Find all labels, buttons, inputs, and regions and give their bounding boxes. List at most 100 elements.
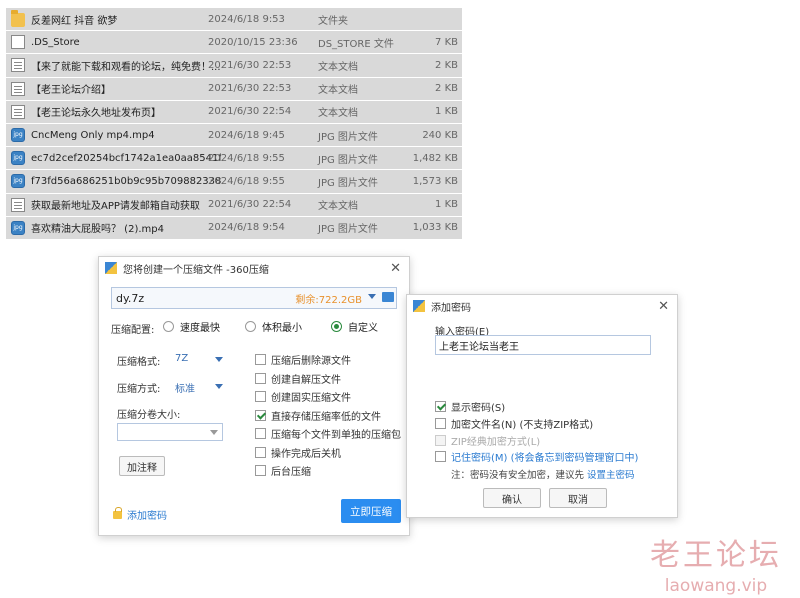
start-compress-button[interactable]: 立即压缩 (341, 499, 401, 523)
password-option-checkbox[interactable]: 记住密码(M) (将会备忘到密码管理窗口中) (435, 449, 638, 464)
split-size-select[interactable] (117, 423, 223, 441)
method-select[interactable]: 标准 (175, 380, 195, 395)
lock-icon (113, 506, 122, 519)
password-option-checkbox[interactable]: 显示密码(S) (435, 399, 505, 414)
checkbox-label: ZIP经典加密方式(L) (451, 437, 541, 448)
checkbox[interactable] (255, 372, 266, 384)
radio-label: 自定义 (348, 323, 378, 334)
compress-option-checkbox[interactable]: 创建自解压文件 (255, 371, 341, 386)
radio-button-selected[interactable] (331, 321, 342, 332)
checkbox-label: 后台压缩 (271, 467, 311, 478)
text-file-icon (11, 197, 25, 212)
chevron-down-icon[interactable] (215, 357, 223, 362)
radio-custom[interactable]: 自定义 (331, 319, 378, 334)
folder-browse-icon[interactable] (382, 292, 394, 302)
password-note-text: 注：密码没有安全加密，建议先 (451, 470, 588, 481)
file-row[interactable]: .DS_Store 2020/10/15 23:36 DS_STORE 文件 7 KB (6, 31, 462, 55)
add-password-label: 添加密码 (127, 511, 167, 522)
cancel-button[interactable]: 取消 (549, 488, 607, 508)
checkbox (435, 435, 446, 446)
add-password-link[interactable]: 添加密码 (113, 506, 167, 522)
text-file-icon (11, 104, 25, 119)
file-size: 7 KB (435, 36, 458, 48)
compress-option-checkbox[interactable]: 创建固实压缩文件 (255, 389, 351, 404)
file-size: 2 KB (435, 59, 458, 71)
checkbox[interactable] (255, 446, 266, 458)
set-master-password-link[interactable]: 设置主密码 (587, 470, 635, 481)
file-row[interactable]: 【来了就能下载和观看的论坛，纯免费！... 2021/6/30 22:53 文本文档… (6, 54, 462, 78)
ok-button[interactable]: 确认 (483, 488, 541, 508)
file-name: 【老王论坛介绍】 (31, 85, 111, 97)
checkbox-label: 加密文件名(N) (不支持ZIP格式) (451, 420, 594, 431)
radio-smallest[interactable]: 体积最小 (245, 319, 302, 334)
compress-option-checkbox[interactable]: 后台压缩 (255, 463, 311, 478)
file-name: .DS_Store (31, 36, 80, 48)
radio-button[interactable] (163, 321, 174, 332)
360zip-app-icon (105, 262, 117, 274)
checkbox[interactable] (435, 418, 446, 429)
file-date: 2024/6/18 9:53 (208, 13, 285, 25)
password-option-checkbox: ZIP经典加密方式(L) (435, 433, 540, 448)
config-label: 压缩配置: (111, 325, 155, 336)
file-row[interactable]: f73fd56a686251b0b9c95b709882338...2024/6… (6, 170, 462, 194)
checkbox[interactable] (255, 354, 266, 365)
checkbox-label: 显示密码(S) (451, 403, 506, 414)
file-date: 2021/6/30 22:54 (208, 199, 292, 211)
password-option-checkbox[interactable]: 加密文件名(N) (不支持ZIP格式) (435, 416, 593, 431)
file-row[interactable]: ec7d2cef20254bcf1742a1ea0aa8541f...2024/… (6, 147, 462, 171)
file-row[interactable]: CncMeng Only mp4.mp4 2024/6/18 9:45 JPG 图片… (6, 123, 462, 148)
file-row[interactable]: 获取最新地址及APP请发邮箱自动获取 2021/6/30 22:54 文本文档 1 K… (6, 193, 462, 217)
checkbox[interactable] (435, 451, 446, 462)
output-path-field[interactable]: dy.7z 剩余:722.2GB (111, 287, 397, 309)
close-icon[interactable]: ✕ (658, 299, 669, 314)
file-name: CncMeng Only mp4.mp4 (31, 129, 155, 141)
file-date: 2021/6/30 22:54 (208, 106, 292, 118)
file-type: 文本文档 (318, 61, 358, 73)
chevron-down-icon[interactable] (215, 384, 223, 389)
checkbox[interactable] (255, 391, 266, 402)
file-name: f73fd56a686251b0b9c95b709882338... (31, 175, 221, 187)
add-comment-button[interactable]: 加注释 (119, 456, 165, 476)
compress-option-checkbox[interactable]: 压缩每个文件到单独的压缩包 (255, 426, 401, 441)
format-select[interactable]: 7Z (175, 353, 188, 364)
folder-icon (11, 10, 25, 28)
file-row[interactable]: 喜欢精油大屁股吗？ (2).mp4 2024/6/18 9:54 JPG 图片文件 1… (6, 216, 462, 240)
image-file-icon (11, 220, 25, 235)
chevron-down-icon[interactable] (210, 430, 218, 435)
file-row[interactable]: 【老王论坛介绍】 2021/6/30 22:53 文本文档 2 KB (6, 77, 462, 101)
compress-dialog-titlebar[interactable]: 您将创建一个压缩文件 -360压缩 ✕ (99, 257, 409, 279)
file-size: 1,033 KB (412, 222, 458, 234)
compress-option-checkbox[interactable]: 直接存储压缩率低的文件 (255, 408, 381, 423)
output-filename: dy.7z (116, 291, 145, 305)
compress-option-checkbox[interactable]: 操作完成后关机 (255, 445, 341, 460)
checkbox[interactable] (255, 465, 266, 476)
checkbox[interactable] (255, 409, 266, 421)
file-date: 2020/10/15 23:36 (208, 36, 298, 48)
checkbox[interactable] (255, 428, 266, 439)
file-type: 文本文档 (318, 85, 358, 97)
file-type: 文件夹 (318, 15, 348, 27)
free-space-label: 剩余:722.2GB (295, 294, 362, 306)
close-icon[interactable]: ✕ (390, 261, 401, 276)
text-file-icon (11, 58, 25, 73)
password-input[interactable]: 上老王论坛当老王 (435, 335, 651, 355)
file-row[interactable]: 反差网红 抖音 欲梦 2024/6/18 9:53 文件夹 (6, 8, 462, 32)
file-date: 2024/6/18 9:54 (208, 222, 285, 234)
checkbox-label: 记住密码(M) (将会备忘到密码管理窗口中) (451, 453, 639, 464)
format-label: 压缩格式: (117, 357, 161, 368)
text-file-icon (11, 81, 25, 96)
password-dialog-title: 添加密码 (431, 302, 471, 314)
image-file-icon (11, 151, 25, 166)
file-type: JPG 图片文件 (318, 224, 378, 236)
checkbox[interactable] (435, 401, 446, 412)
file-size: 1,482 KB (412, 152, 458, 164)
file-date: 2021/6/30 22:53 (208, 59, 292, 71)
radio-fastest[interactable]: 速度最快 (163, 319, 220, 334)
360zip-app-icon (413, 300, 425, 312)
radio-button[interactable] (245, 321, 256, 332)
file-row[interactable]: 【老王论坛永久地址发布页】 2021/6/30 22:54 文本文档 1 KB (6, 100, 462, 124)
chevron-down-icon[interactable] (368, 294, 376, 299)
password-dialog-titlebar[interactable]: 添加密码 ✕ (407, 295, 677, 317)
compress-option-checkbox[interactable]: 压缩后删除源文件 (255, 352, 351, 367)
password-dialog: 添加密码 ✕ 输入密码(E) 上老王论坛当老王 显示密码(S) 加密文件名(N) … (406, 294, 678, 518)
